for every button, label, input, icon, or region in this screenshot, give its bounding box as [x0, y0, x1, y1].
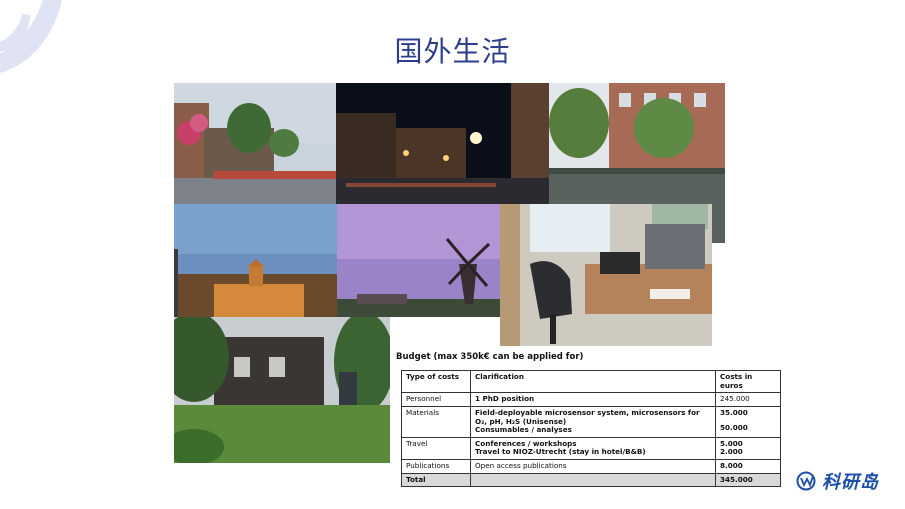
- cell-type: Travel: [401, 436, 471, 461]
- slide-title: 国外生活: [394, 35, 511, 68]
- header-type: Type of costs: [401, 369, 471, 394]
- clarification-line: Travel to NIOZ-Utrecht (stay in hotel/B&…: [475, 447, 646, 457]
- night-street-photo: [336, 83, 549, 204]
- cell-clarification: Conferences / workshops Travel to NIOZ-U…: [470, 436, 716, 461]
- brand-logo: 科研岛: [796, 470, 879, 493]
- royal-palace-photo: [174, 204, 337, 317]
- header-costs: Costs in euros: [715, 369, 781, 394]
- office-photo: [500, 204, 712, 350]
- cell-cost: 245.000: [715, 392, 781, 407]
- table-row: Materials Field-deployable microsensor s…: [401, 405, 781, 438]
- windmill-photo: [337, 204, 500, 317]
- table-header-row: Type of costs Clarification Costs in eur…: [401, 369, 781, 394]
- cell-type: Materials: [401, 405, 471, 438]
- table-total-row: Total 345.000: [401, 472, 781, 488]
- budget-table-panel: Budget (max 350k€ can be applied for) Ty…: [390, 346, 794, 488]
- cell-cost: 8.000: [715, 459, 781, 474]
- table-row: Personnel 1 PhD position 245.000: [401, 392, 781, 407]
- cell-clarification: Open access publications: [470, 459, 716, 474]
- cell-cost: 35.000 50.000: [715, 405, 781, 438]
- cost-line: 50.000: [720, 422, 748, 432]
- clarification-line: Consumables / analyses: [475, 425, 572, 435]
- cell-type: Publications: [401, 459, 471, 474]
- cell-type: Total: [401, 472, 471, 488]
- cost-line: 2.000: [720, 447, 743, 457]
- brand-name: 科研岛: [822, 472, 879, 493]
- budget-table: Type of costs Clarification Costs in eur…: [401, 369, 781, 488]
- cell-clarification: Field-deployable microsensor system, mic…: [470, 405, 716, 438]
- cost-line: 35.000: [720, 407, 748, 417]
- cell-cost: 5.000 2.000: [715, 436, 781, 461]
- brand-mark-icon: [796, 471, 816, 491]
- table-row: Travel Conferences / workshops Travel to…: [401, 436, 781, 461]
- header-clarification: Clarification: [470, 369, 716, 394]
- cell-clarification: [470, 472, 716, 488]
- canal-street-photo: [174, 83, 336, 204]
- cell-clarification: 1 PhD position: [470, 392, 716, 407]
- cell-type: Personnel: [401, 392, 471, 407]
- garden-house-photo: [174, 317, 390, 463]
- table-row: Publications Open access publications 8.…: [401, 459, 781, 474]
- budget-title: Budget (max 350k€ can be applied for): [396, 352, 584, 362]
- cell-cost: 345.000: [715, 472, 781, 488]
